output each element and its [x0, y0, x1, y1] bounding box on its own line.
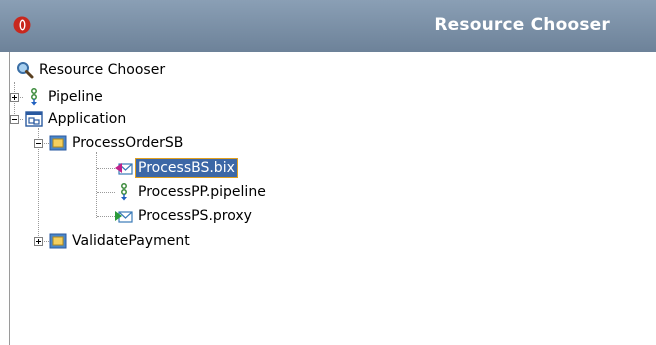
tree-node-pipeline[interactable]: Pipeline	[25, 86, 105, 108]
tree-node-label: Application	[48, 111, 127, 127]
collapse-toggle-application[interactable]	[10, 115, 19, 124]
expand-toggle-validatepayment[interactable]	[34, 237, 43, 246]
tree-node-application[interactable]: Application	[25, 108, 128, 130]
title-bar: Resource Chooser	[0, 0, 656, 52]
tree-root-resource-chooser[interactable]: Resource Chooser	[16, 59, 167, 81]
tree-node-label: ProcessPP.pipeline	[138, 184, 266, 200]
collapse-toggle-processordersb[interactable]	[34, 139, 43, 148]
tree-node-label: ProcessPS.proxy	[138, 208, 252, 224]
tree-node-label: ProcessOrderSB	[72, 135, 184, 151]
tree-node-validatepayment[interactable]: ValidatePayment	[49, 230, 192, 252]
tree-node-label: Resource Chooser	[39, 62, 166, 78]
resource-tree-panel[interactable]: Resource Chooser Pipeline Application Pr…	[9, 52, 656, 345]
tree-node-label: ProcessBS.bix	[135, 158, 238, 178]
pipeline-icon	[31, 88, 37, 106]
folder-icon	[49, 233, 67, 249]
tree-connector	[97, 216, 115, 217]
tree-node-processps-proxy[interactable]: ProcessPS.proxy	[115, 205, 254, 227]
expand-toggle-pipeline[interactable]	[10, 93, 19, 102]
tree-node-processordersb[interactable]: ProcessOrderSB	[49, 132, 185, 154]
oracle-logo-icon	[13, 16, 31, 34]
business-service-icon	[115, 163, 133, 175]
window-title: Resource Chooser	[434, 15, 610, 35]
folder-icon	[49, 135, 67, 151]
proxy-service-icon	[115, 211, 133, 223]
tree-connector	[96, 152, 97, 218]
tree-connector	[97, 168, 115, 169]
tree-node-label: ValidatePayment	[72, 233, 190, 249]
tree-node-processpp-pipeline[interactable]: ProcessPP.pipeline	[115, 181, 268, 203]
tree-node-label: Pipeline	[48, 89, 103, 105]
tree-connector	[97, 192, 115, 193]
pipeline-icon	[121, 183, 127, 201]
tree-node-processbs-bix[interactable]: ProcessBS.bix	[115, 157, 238, 179]
application-icon	[25, 111, 43, 127]
search-icon	[17, 62, 34, 79]
